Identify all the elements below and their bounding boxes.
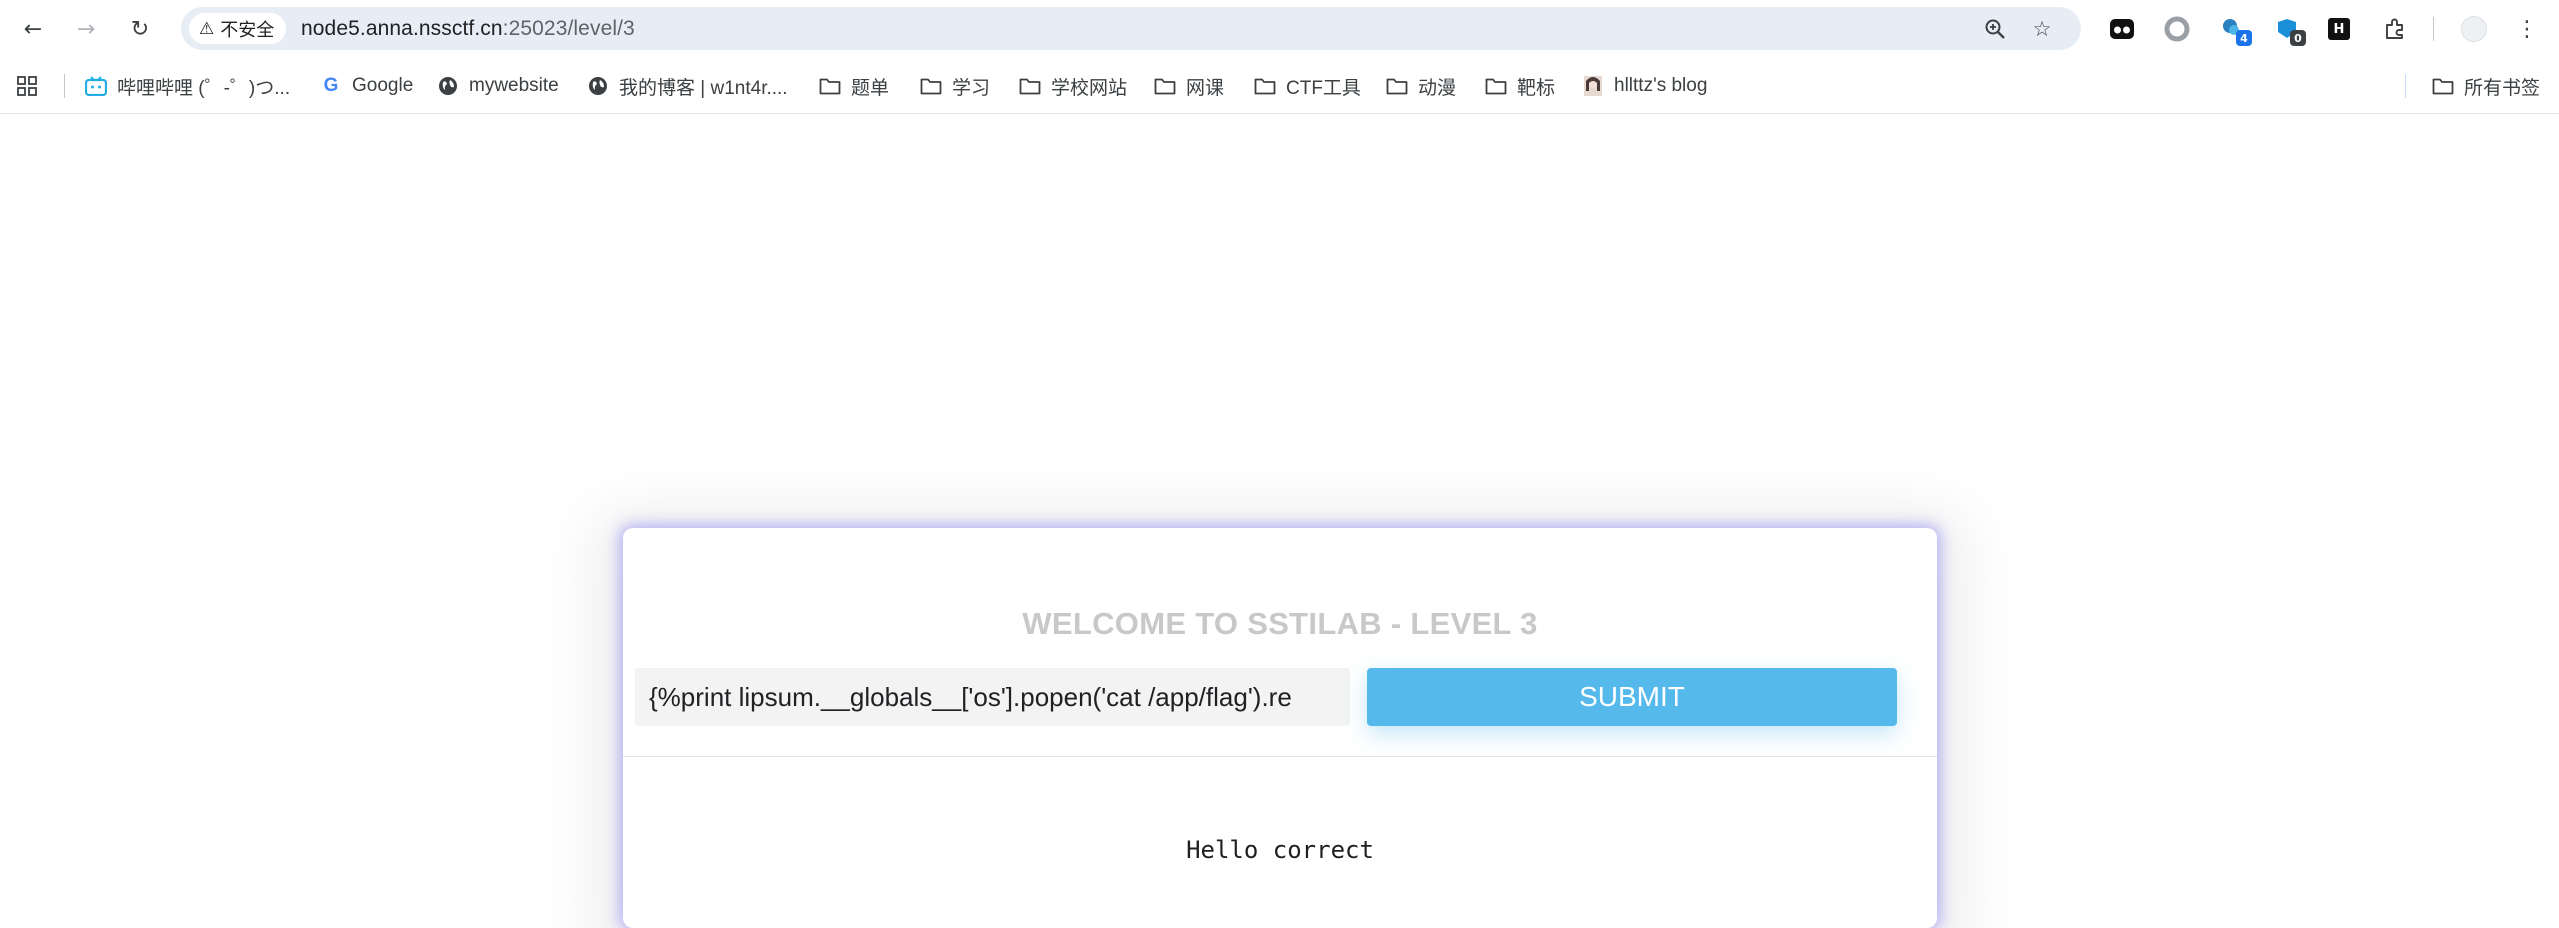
globe-icon bbox=[587, 75, 609, 97]
menu-kebab-icon[interactable]: ⋮ bbox=[2512, 14, 2542, 44]
payload-input[interactable]: {%print lipsum.__globals__['os'].popen('… bbox=[635, 668, 1350, 726]
sstilab-card: WELCOME TO SSTILAB - LEVEL 3 {%print lip… bbox=[623, 528, 1937, 928]
bookmark-folder-anime[interactable]: 动漫 bbox=[1386, 70, 1456, 102]
back-icon[interactable]: ← bbox=[17, 13, 49, 45]
bookmark-label: 题单 bbox=[851, 77, 890, 99]
folder-icon bbox=[1386, 75, 1408, 97]
bookmark-label: 靶标 bbox=[1517, 77, 1556, 99]
warning-icon: ⚠ bbox=[199, 18, 215, 39]
globe-icon bbox=[437, 75, 459, 97]
apps-grid-icon[interactable] bbox=[16, 70, 38, 102]
bookmark-label: 学习 bbox=[952, 77, 991, 99]
bookmark-folder-ctf-tools[interactable]: CTF工具 bbox=[1254, 70, 1361, 102]
bookmark-label: 网课 bbox=[1186, 77, 1225, 99]
browser-toolbar: ← → ↻ ⚠ 不安全 node5.anna.nssctf.cn:25023/l… bbox=[0, 0, 2559, 58]
extension-1-icon[interactable] bbox=[2107, 14, 2137, 44]
all-bookmarks[interactable]: 所有书签 bbox=[2432, 70, 2540, 102]
folder-icon bbox=[1154, 75, 1176, 97]
forward-icon[interactable]: → bbox=[70, 13, 102, 45]
bookmark-folder-school[interactable]: 学校网站 bbox=[1019, 70, 1127, 102]
extension-4-icon[interactable]: 0 bbox=[2272, 14, 2306, 46]
bookmarks-right-divider bbox=[2405, 74, 2406, 98]
bookmark-folder-targets[interactable]: 靶标 bbox=[1485, 70, 1555, 102]
folder-icon bbox=[2432, 75, 2454, 97]
page-title: WELCOME TO SSTILAB - LEVEL 3 bbox=[1022, 606, 1538, 641]
bookmarks-bar: 哔哩哔哩 (゜-゜)つ... G Google mywebsite 我的博客 |… bbox=[0, 58, 2559, 114]
submit-button[interactable]: SUBMIT bbox=[1367, 668, 1897, 726]
folder-icon bbox=[1019, 75, 1041, 97]
bookmark-label: 哔哩哔哩 (゜-゜)つ... bbox=[117, 77, 291, 99]
url-host: node5.anna.nssctf.cn bbox=[301, 17, 503, 40]
divider bbox=[623, 756, 1937, 757]
extension-3-badge: 4 bbox=[2236, 30, 2252, 46]
bookmark-label: Google bbox=[352, 75, 414, 96]
zoom-icon[interactable] bbox=[1980, 14, 2010, 44]
url-path: :25023/level/3 bbox=[502, 17, 635, 40]
bookmark-label: 动漫 bbox=[1418, 77, 1457, 99]
security-label: 不安全 bbox=[220, 19, 275, 40]
extension-4-badge: 0 bbox=[2290, 30, 2306, 46]
bookmark-folder-tidan[interactable]: 题单 bbox=[819, 70, 889, 102]
bookmark-bilibili[interactable]: 哔哩哔哩 (゜-゜)つ... bbox=[85, 70, 290, 102]
page-content: WELCOME TO SSTILAB - LEVEL 3 {%print lip… bbox=[0, 115, 2559, 928]
folder-icon bbox=[920, 75, 942, 97]
security-chip[interactable]: ⚠ 不安全 bbox=[189, 13, 287, 44]
extension-2-icon[interactable] bbox=[2162, 14, 2192, 44]
folder-icon bbox=[819, 75, 841, 97]
bilibili-icon bbox=[85, 75, 107, 97]
profile-avatar-icon[interactable] bbox=[2459, 14, 2489, 44]
folder-icon bbox=[1254, 75, 1276, 97]
result-output: Hello correct bbox=[1186, 836, 1374, 864]
all-bookmarks-label: 所有书签 bbox=[2464, 77, 2541, 99]
bookmark-mywebsite[interactable]: mywebsite bbox=[437, 70, 559, 102]
bookmarks-divider bbox=[64, 74, 65, 98]
bookmark-folder-xuexi[interactable]: 学习 bbox=[920, 70, 990, 102]
bookmark-hllttz-blog[interactable]: hllttz's blog bbox=[1582, 70, 1707, 102]
toolbar-divider bbox=[2433, 17, 2434, 41]
extension-letter: H bbox=[2328, 18, 2350, 40]
extension-3-icon[interactable]: 4 bbox=[2218, 14, 2252, 46]
bookmark-label: CTF工具 bbox=[1286, 77, 1361, 99]
bookmark-star-icon[interactable]: ☆ bbox=[2027, 14, 2057, 44]
bookmark-label: hllttz's blog bbox=[1614, 75, 1708, 96]
reload-icon[interactable]: ↻ bbox=[124, 13, 156, 45]
folder-icon bbox=[1485, 75, 1507, 97]
extension-5-icon[interactable]: H bbox=[2324, 14, 2354, 44]
bookmark-label: 我的博客 | w1nt4r.... bbox=[619, 77, 788, 99]
bookmark-label: 学校网站 bbox=[1051, 77, 1128, 99]
address-bar[interactable]: ⚠ 不安全 node5.anna.nssctf.cn:25023/level/3… bbox=[181, 7, 2081, 50]
google-icon: G bbox=[323, 75, 339, 96]
bookmark-folder-courses[interactable]: 网课 bbox=[1154, 70, 1224, 102]
bookmark-my-blog[interactable]: 我的博客 | w1nt4r.... bbox=[587, 70, 788, 102]
avatar-icon bbox=[1582, 75, 1604, 97]
bookmark-label: mywebsite bbox=[469, 75, 559, 96]
url-text[interactable]: node5.anna.nssctf.cn:25023/level/3 bbox=[301, 7, 635, 50]
extensions-puzzle-icon[interactable] bbox=[2380, 14, 2410, 44]
bookmark-google[interactable]: G Google bbox=[320, 70, 414, 102]
